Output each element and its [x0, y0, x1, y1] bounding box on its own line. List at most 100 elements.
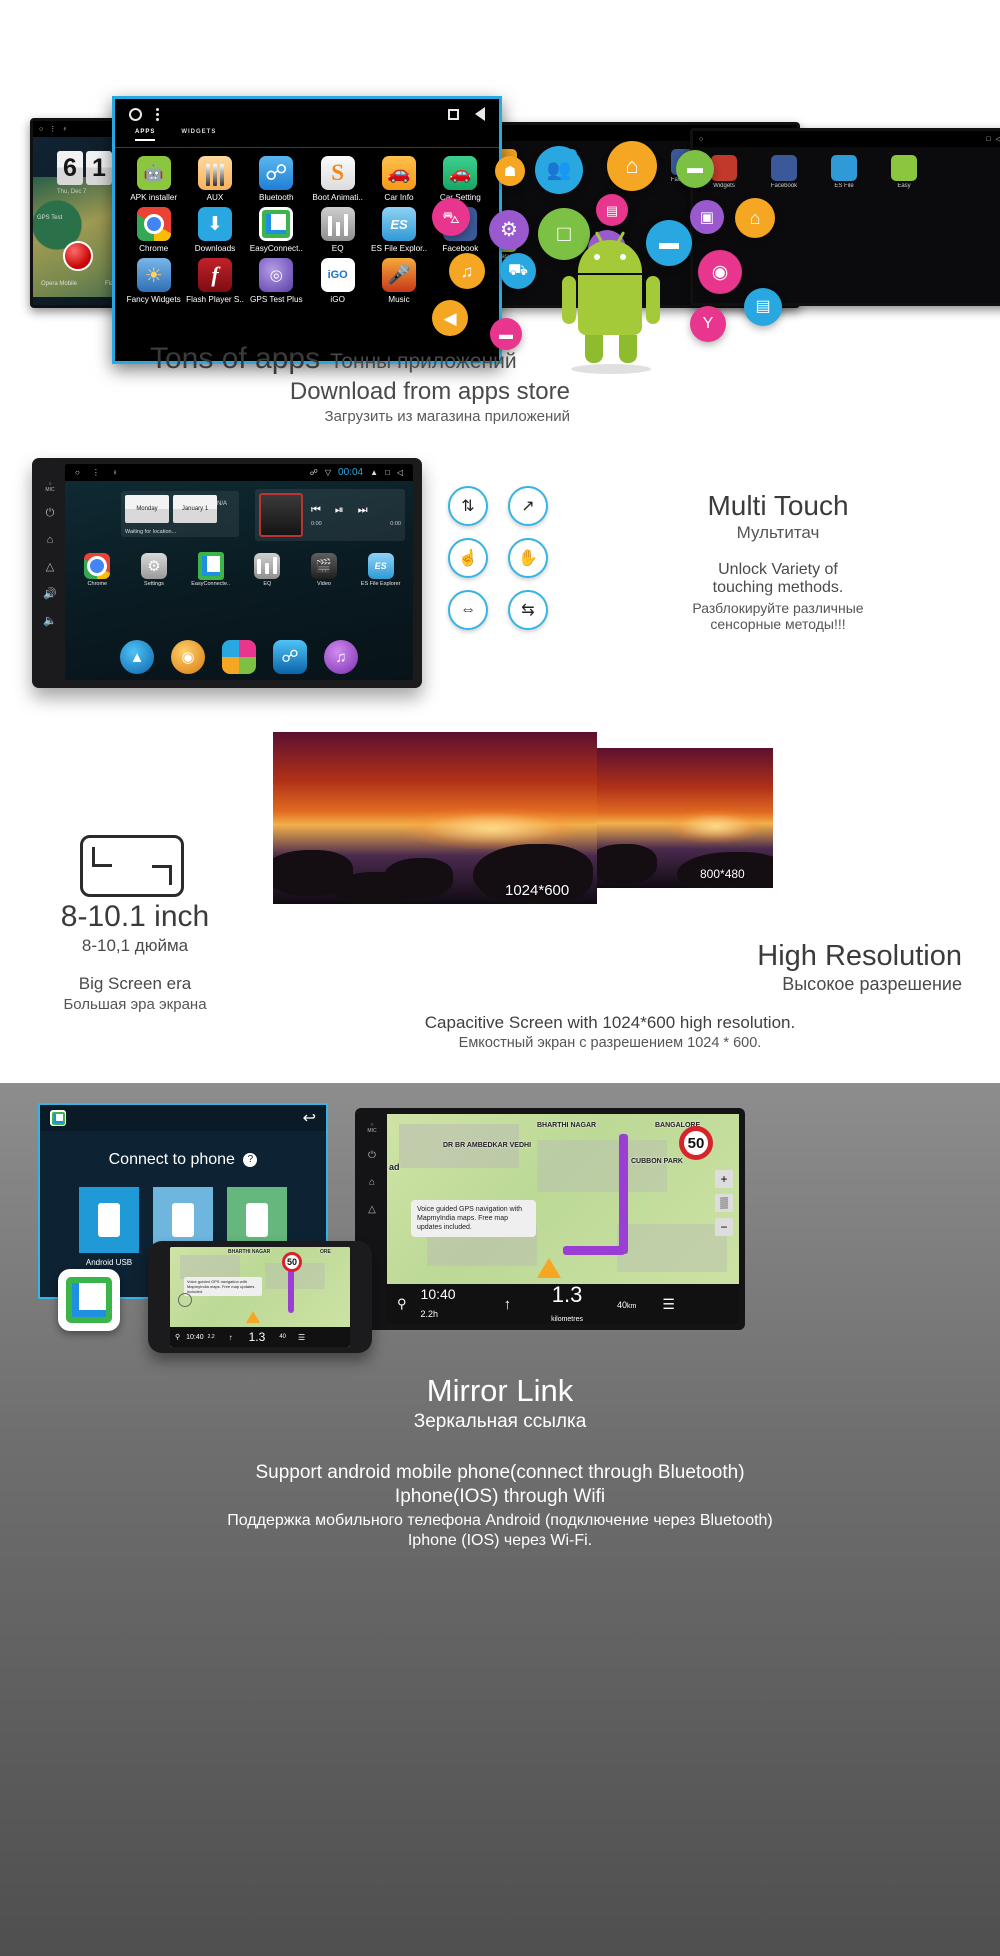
- menu-dots-icon[interactable]: ⋮: [92, 468, 100, 477]
- mascot-arm-right: [646, 276, 660, 324]
- search-icon[interactable]: ⚲: [175, 1333, 180, 1341]
- menu-dots-icon[interactable]: [156, 107, 159, 121]
- speed-limit-sign: 50: [282, 1252, 302, 1272]
- swipe-horizontal-icon[interactable]: ⇆: [508, 590, 548, 630]
- people-bubble[interactable]: 👥: [535, 146, 583, 194]
- phone-home-button[interactable]: [178, 1293, 192, 1307]
- megaphone-bubble[interactable]: ◀: [432, 300, 468, 336]
- app-item-eq[interactable]: EQ: [307, 207, 368, 253]
- media-player-widget[interactable]: ⏮ ⏯ ⏭ 0:00 0:00: [255, 489, 405, 541]
- clock-weather-widget[interactable]: Monday January 1 N/A Waiting for locatio…: [121, 491, 239, 537]
- app-item-flash-player[interactable]: f Flash Player S..: [184, 258, 245, 304]
- car-bubble[interactable]: ⛍: [432, 198, 470, 236]
- player-controls: ⏮ ⏯ ⏭ 0:00 0:00: [303, 504, 401, 527]
- home-bubble[interactable]: ⌂: [607, 141, 657, 191]
- recents-icon[interactable]: □: [385, 468, 390, 477]
- power-button[interactable]: ⏻: [368, 1150, 376, 1161]
- tons-of-apps-section: ○ ⋮ ♀ □ ◁ 6 1 0 Thu, Dec 7 GPS Test Oper…: [0, 0, 1000, 450]
- app-item-es-file-explorer[interactable]: ES ES File Explor..: [368, 207, 429, 253]
- pill-bubble[interactable]: ▬: [676, 150, 714, 188]
- menu-icon[interactable]: ☰: [298, 1333, 305, 1342]
- cart-bubble[interactable]: ☗: [495, 156, 525, 186]
- home-circle-icon[interactable]: [129, 107, 142, 121]
- app-item-car-setting[interactable]: 🚗 Car Setting: [430, 156, 491, 202]
- connect-title: Connect to phone ?: [40, 1151, 326, 1169]
- pinch-icon[interactable]: ⇔: [448, 590, 488, 630]
- gear-bubble[interactable]: ⚙: [489, 210, 529, 250]
- mic-icon[interactable]: ♀: [112, 468, 118, 477]
- volume-up-button[interactable]: 🔊: [43, 587, 57, 600]
- map-grid-button[interactable]: ▒: [715, 1194, 733, 1212]
- zoom-out-button[interactable]: −: [715, 1218, 733, 1236]
- connect-card-android-usb[interactable]: Android USB: [79, 1187, 139, 1267]
- tv-bubble[interactable]: ▣: [690, 200, 724, 234]
- app-item-car-info[interactable]: 🚗 Car Info: [368, 156, 429, 202]
- cast-bubble[interactable]: ▤: [744, 288, 782, 326]
- unit-app-easyconnect[interactable]: EasyConnecte..: [182, 553, 239, 587]
- zoom-in-button[interactable]: +: [715, 1170, 733, 1188]
- calendar-bubble[interactable]: ▤: [596, 194, 628, 226]
- play-pause-button[interactable]: ⏯: [335, 504, 344, 517]
- tab-apps[interactable]: APPS: [135, 129, 156, 141]
- back-triangle-icon[interactable]: [475, 107, 485, 121]
- bluetooth-icon[interactable]: ☍: [273, 640, 307, 674]
- house2-bubble[interactable]: ⌂: [735, 198, 775, 238]
- app-item-easyconnect[interactable]: EasyConnect..: [246, 207, 307, 253]
- previous-button[interactable]: ⏮: [311, 504, 321, 517]
- back-icon[interactable]: ◁: [397, 468, 403, 477]
- nav-button[interactable]: △: [368, 1204, 376, 1215]
- search-icon[interactable]: ⚲: [397, 1296, 407, 1312]
- bg-app[interactable]: Easy: [879, 155, 929, 295]
- app-item-apk-installer[interactable]: 🤖 APK installer: [123, 156, 184, 202]
- camera-bubble[interactable]: ◉: [698, 250, 742, 294]
- unit-app-es-file[interactable]: ES ES File Explorer: [352, 553, 409, 587]
- back-arrow-icon[interactable]: ↩: [303, 1108, 316, 1128]
- navigation-icon[interactable]: ▲: [120, 640, 154, 674]
- app-item-gps-test-plus[interactable]: ◎ GPS Test Plus: [246, 258, 307, 304]
- music-note-icon[interactable]: ♫: [324, 640, 358, 674]
- swipe-vertical-icon[interactable]: ⇅: [448, 486, 488, 526]
- rock-shape: [333, 872, 413, 904]
- mic-button[interactable]: ○ MIC: [367, 1122, 376, 1134]
- wine-bubble[interactable]: Υ: [690, 306, 726, 342]
- unit-app-chrome[interactable]: Chrome: [69, 553, 126, 587]
- unit-app-settings[interactable]: ⚙ Settings: [126, 553, 183, 587]
- app-item-downloads[interactable]: ⬇ Downloads: [184, 207, 245, 253]
- unit-app-video[interactable]: 🎬 Video: [296, 553, 353, 587]
- drawer-nav-right: [448, 107, 485, 121]
- help-icon[interactable]: ?: [243, 1152, 258, 1167]
- mic-button[interactable]: ○ MIC: [45, 481, 54, 493]
- app-item-chrome[interactable]: Chrome: [123, 207, 184, 253]
- app-item-igo[interactable]: iGO: [307, 258, 368, 304]
- apps-grid-icon[interactable]: [222, 640, 256, 674]
- app-item-music[interactable]: 🎤 Music: [368, 258, 429, 304]
- home-button[interactable]: ⌂: [47, 534, 54, 546]
- music-bubble[interactable]: ♫: [449, 253, 485, 289]
- radio-icon[interactable]: ◉: [171, 640, 205, 674]
- app-item-fancy-widgets[interactable]: ☀ Fancy Widgets: [123, 258, 184, 304]
- apps-headline-en: Tons of apps: [150, 342, 321, 375]
- power-button[interactable]: ⏻: [46, 507, 55, 520]
- boot-animation-icon: S: [320, 156, 355, 190]
- gps-test-icon: ◎: [259, 258, 294, 292]
- home-button[interactable]: ⌂: [369, 1177, 375, 1188]
- app-item-bluetooth[interactable]: ☍ Bluetooth: [246, 156, 307, 202]
- recents-square-icon[interactable]: [448, 108, 459, 120]
- connect-screen-bar: ↩: [40, 1105, 326, 1131]
- next-button[interactable]: ⏭: [358, 504, 368, 517]
- app-item-aux[interactable]: AUX: [184, 156, 245, 202]
- tap-icon[interactable]: ✋: [508, 538, 548, 578]
- clock-digit: 1: [86, 151, 112, 185]
- home-circle-icon[interactable]: ○: [75, 468, 80, 477]
- drag-diagonal-icon[interactable]: ↗: [508, 486, 548, 526]
- app-item-boot-animation[interactable]: S Boot Animati..: [307, 156, 368, 202]
- truck-bubble[interactable]: ⛟: [500, 253, 536, 289]
- app-label: EQ: [331, 244, 344, 253]
- nav-button[interactable]: △: [46, 560, 54, 573]
- unit-app-eq[interactable]: EQ: [239, 553, 296, 587]
- bg-app[interactable]: ES File: [819, 155, 869, 295]
- volume-down-button[interactable]: 🔈: [43, 614, 57, 627]
- menu-icon[interactable]: ☰: [662, 1296, 675, 1313]
- tab-widgets[interactable]: WIDGETS: [181, 129, 216, 139]
- press-icon[interactable]: ☝: [448, 538, 488, 578]
